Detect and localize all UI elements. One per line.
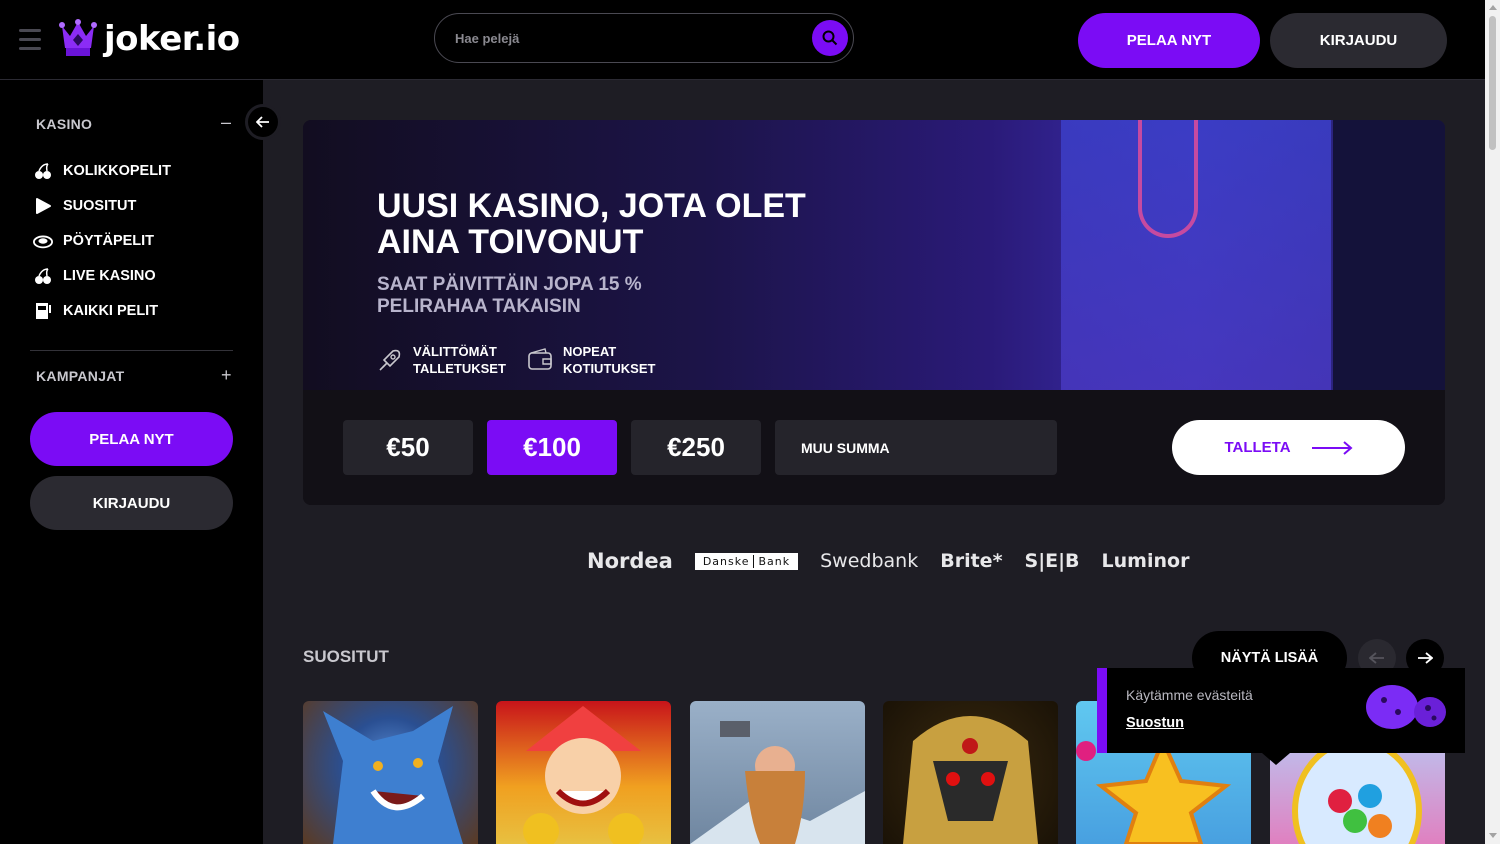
cookie-pointer: [1262, 753, 1290, 765]
viking-artwork: [690, 721, 865, 844]
sidebar-item-poytapelit[interactable]: PÖYTÄPELIT: [33, 231, 154, 251]
wallet-icon: [528, 348, 552, 370]
casino-collapse-toggle[interactable]: –: [221, 112, 231, 133]
hero-subtitle: SAAT PÄIVITTÄIN JOPA 15 % PELIRAHAA TAKA…: [377, 274, 642, 317]
search-button[interactable]: [812, 20, 848, 56]
sidebar-item-suositut[interactable]: SUOSITUT: [33, 196, 136, 216]
sidebar-section-casino[interactable]: KASINO: [36, 116, 92, 132]
feature-instant-deposits: VÄLITTÖMÄT TALLETUKSET: [377, 343, 506, 377]
menu-icon[interactable]: [19, 29, 41, 51]
sidebar-item-label: LIVE KASINO: [63, 268, 156, 284]
payment-providers: Nordea Danske Bank Swedbank Brite* S|E|B …: [587, 546, 1211, 576]
sidebar-login-button[interactable]: KIRJAUDU: [30, 476, 233, 530]
deposit-button[interactable]: TALLETA: [1172, 420, 1405, 475]
logo-text: joker.io: [104, 19, 240, 59]
sidebar-section-kampanjat[interactable]: KAMPANJAT: [36, 368, 125, 384]
scroll-thumb[interactable]: [1489, 16, 1496, 150]
amount-option-50[interactable]: €50: [343, 420, 473, 475]
brite-logo: Brite*: [940, 550, 1003, 572]
scroll-down-arrow[interactable]: [1489, 833, 1497, 838]
cookie-accept-link[interactable]: Suostun: [1126, 715, 1184, 731]
joker-crown-icon: [59, 19, 97, 56]
hero-banner: UUSI KASINO, JOTA OLET AINA TOIVONUT SAA…: [303, 120, 1445, 505]
cookie-banner: Käytämme evästeitä Suostun: [1097, 668, 1465, 765]
swedbank-logo: Swedbank: [820, 550, 919, 572]
cherries-icon: [33, 266, 53, 286]
game-tile-pharaoh[interactable]: [883, 701, 1058, 844]
amount-option-100[interactable]: €100: [487, 420, 617, 475]
sidebar-item-label: SUOSITUT: [63, 198, 137, 214]
sidebar: KASINO – KOLIKKOPELIT SUOSITUT PÖYTÄPELI…: [0, 80, 263, 844]
sidebar-item-live-kasino[interactable]: LIVE KASINO: [33, 266, 156, 286]
bank-part: Bank: [753, 554, 794, 568]
nordea-logo: Nordea: [587, 549, 673, 573]
feature-line: TALLETUKSET: [413, 361, 506, 376]
deposit-label: TALLETA: [1224, 439, 1291, 456]
game-tile-joker[interactable]: [496, 701, 671, 844]
danske-part: Danske: [702, 554, 750, 568]
feature-line: NOPEAT: [563, 344, 617, 359]
pharaoh-artwork: [903, 716, 1038, 844]
top-header: joker.io PELAA NYT KIRJAUDU: [0, 0, 1485, 80]
play-icon: [33, 196, 53, 216]
sidebar-collapse-button[interactable]: [245, 104, 281, 140]
rocket-icon: [379, 349, 401, 371]
hero-background-panel-dark: [1333, 120, 1445, 390]
wolf-artwork: [323, 706, 463, 844]
page-scrollbar[interactable]: [1485, 0, 1500, 844]
danske-bank-logo: Danske Bank: [694, 552, 799, 570]
feature-fast-withdrawals: NOPEAT KOTIUTUKSET: [527, 343, 655, 377]
logo[interactable]: joker.io: [58, 18, 240, 60]
arrow-right-icon: [1311, 440, 1353, 455]
hero-title: UUSI KASINO, JOTA OLET AINA TOIVONUT: [377, 187, 806, 261]
search-bar: [434, 13, 854, 63]
sidebar-item-label: KAIKKI PELIT: [63, 303, 159, 319]
feature-line: KOTIUTUKSET: [563, 361, 656, 376]
game-tile-viking[interactable]: [690, 701, 865, 844]
header-login-button[interactable]: KIRJAUDU: [1270, 13, 1447, 68]
search-input[interactable]: [455, 14, 795, 62]
custom-amount-input[interactable]: MUU SUMMA: [775, 420, 1057, 475]
amount-option-250[interactable]: €250: [631, 420, 761, 475]
scroll-up-arrow[interactable]: [1489, 5, 1497, 10]
search-icon: [822, 30, 838, 46]
arrow-right-icon: [1418, 652, 1433, 664]
seb-logo: S|E|B: [1024, 550, 1080, 572]
sidebar-divider: [30, 350, 233, 351]
neon-sign-decoration: [1138, 120, 1198, 238]
slot-machine-icon: [33, 301, 53, 321]
sidebar-item-label: KOLIKKOPELIT: [63, 163, 171, 179]
roulette-icon: [33, 231, 53, 251]
joker-artwork: [523, 706, 644, 844]
sidebar-play-button[interactable]: PELAA NYT: [30, 412, 233, 466]
cookie-icon: [1366, 685, 1446, 729]
cookie-text: Käytämme evästeitä: [1126, 687, 1253, 703]
campaigns-expand-toggle[interactable]: +: [221, 365, 232, 386]
section-title-suositut: SUOSITUT: [303, 647, 389, 666]
game-tile-wolf[interactable]: [303, 701, 478, 844]
luminor-logo: Luminor: [1101, 550, 1190, 572]
arrow-left-icon: [256, 116, 269, 128]
arrow-left-icon: [1369, 652, 1384, 664]
sidebar-item-kaikki-pelit[interactable]: KAIKKI PELIT: [33, 301, 158, 321]
sidebar-item-kolikkopelit[interactable]: KOLIKKOPELIT: [33, 161, 171, 181]
feature-line: VÄLITTÖMÄT: [413, 344, 497, 359]
header-play-button[interactable]: PELAA NYT: [1078, 13, 1260, 68]
cherries-icon: [33, 161, 53, 181]
sidebar-item-label: PÖYTÄPELIT: [63, 233, 155, 249]
